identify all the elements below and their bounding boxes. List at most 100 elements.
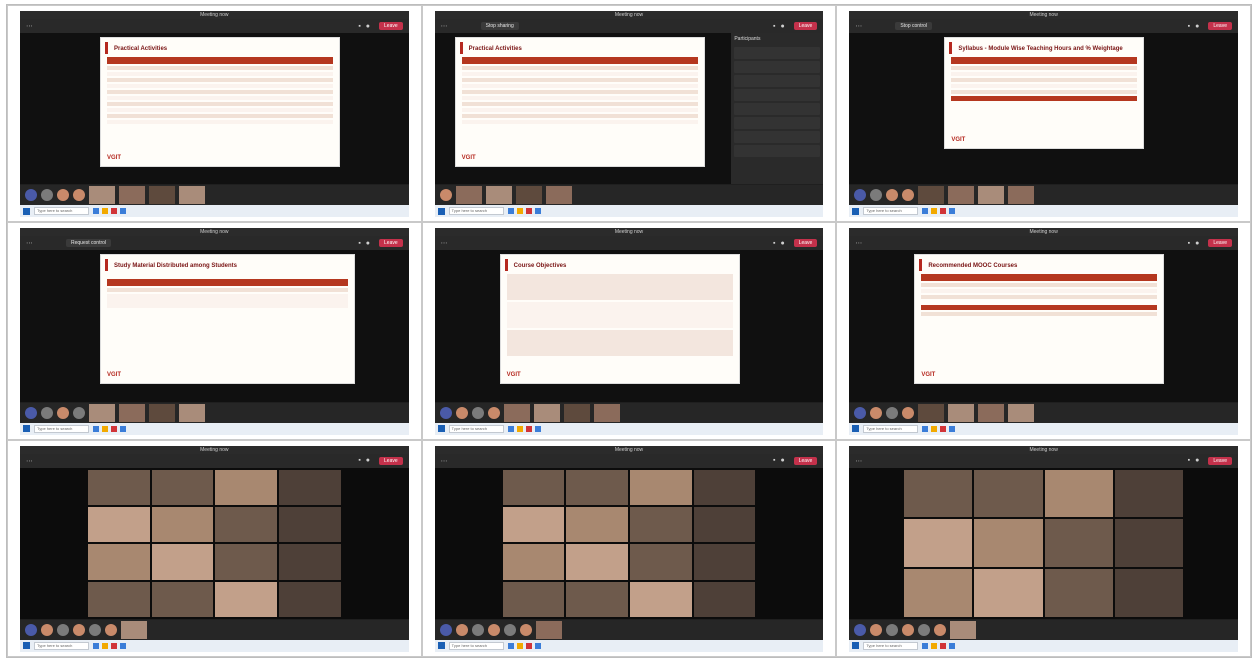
leave-button[interactable]: Leave xyxy=(379,239,403,248)
taskbar-search-input[interactable]: Type here to search xyxy=(863,641,919,650)
camera-icon[interactable]: ▪ xyxy=(773,23,775,30)
stop-control-button[interactable]: Stop control xyxy=(895,22,933,30)
taskbar-search-input[interactable]: Type here to search xyxy=(34,207,89,216)
app-icon[interactable] xyxy=(516,425,523,432)
leave-button[interactable]: Leave xyxy=(379,22,403,30)
taskbar-search-input[interactable]: Type here to search xyxy=(448,207,504,216)
list-item[interactable] xyxy=(734,145,821,157)
list-item[interactable] xyxy=(734,103,821,115)
leave-button[interactable]: Leave xyxy=(1208,22,1232,30)
windows-start-icon[interactable] xyxy=(23,425,30,433)
camera-icon[interactable]: ▪ xyxy=(1188,457,1190,464)
windows-start-icon[interactable] xyxy=(437,207,445,215)
app-icon[interactable] xyxy=(525,208,532,215)
mic-icon[interactable]: ● xyxy=(780,457,784,464)
app-icon[interactable] xyxy=(111,642,117,649)
taskbar-search-input[interactable]: Type here to search xyxy=(34,424,89,433)
teams-icon[interactable] xyxy=(120,208,126,215)
leave-button[interactable]: Leave xyxy=(793,456,818,465)
teams-icon[interactable] xyxy=(120,642,126,649)
mic-icon[interactable]: ● xyxy=(1195,23,1199,30)
windows-start-icon[interactable] xyxy=(437,425,445,433)
leave-button[interactable]: Leave xyxy=(1208,239,1232,248)
app-icon[interactable] xyxy=(507,208,514,215)
windows-start-icon[interactable] xyxy=(852,425,860,433)
more-icon[interactable]: ⋯ xyxy=(855,457,895,465)
app-icon[interactable] xyxy=(93,642,99,649)
request-control-button[interactable]: Request control xyxy=(66,239,112,248)
app-icon[interactable] xyxy=(111,425,117,432)
list-item[interactable] xyxy=(734,75,821,87)
windows-start-icon[interactable] xyxy=(852,207,860,215)
app-icon[interactable] xyxy=(525,425,532,432)
teams-icon[interactable] xyxy=(949,425,956,432)
taskbar-search-input[interactable]: Type here to search xyxy=(863,424,919,433)
mic-icon[interactable]: ● xyxy=(1195,240,1199,247)
more-icon[interactable]: ⋯ xyxy=(855,239,895,247)
teams-icon[interactable] xyxy=(120,425,126,432)
list-item[interactable] xyxy=(734,117,821,129)
taskbar-search-input[interactable]: Type here to search xyxy=(448,424,504,433)
app-icon[interactable] xyxy=(93,425,99,432)
app-icon[interactable] xyxy=(940,208,947,215)
leave-button[interactable]: Leave xyxy=(793,239,818,248)
teams-icon[interactable] xyxy=(949,642,956,649)
mic-icon[interactable]: ● xyxy=(366,457,370,464)
camera-icon[interactable]: ▪ xyxy=(358,457,360,464)
more-icon[interactable]: ⋯ xyxy=(26,457,66,465)
list-item[interactable] xyxy=(734,61,821,73)
app-icon[interactable] xyxy=(922,425,929,432)
app-icon[interactable] xyxy=(525,642,532,649)
more-icon[interactable]: ⋯ xyxy=(441,457,481,465)
more-icon[interactable]: ⋯ xyxy=(441,22,481,30)
more-icon[interactable]: ⋯ xyxy=(855,22,895,30)
mic-icon[interactable]: ● xyxy=(366,240,370,247)
app-icon[interactable] xyxy=(516,208,523,215)
more-icon[interactable]: ⋯ xyxy=(441,239,481,247)
app-icon[interactable] xyxy=(922,208,929,215)
teams-icon[interactable] xyxy=(534,208,541,215)
leave-button[interactable]: Leave xyxy=(793,22,818,30)
mic-icon[interactable]: ● xyxy=(366,23,370,30)
windows-start-icon[interactable] xyxy=(23,207,30,215)
app-icon[interactable] xyxy=(931,425,938,432)
app-icon[interactable] xyxy=(940,642,947,649)
teams-icon[interactable] xyxy=(949,208,956,215)
windows-start-icon[interactable] xyxy=(852,642,860,650)
taskbar-search-input[interactable]: Type here to search xyxy=(863,207,919,216)
app-icon[interactable] xyxy=(922,642,929,649)
app-icon[interactable] xyxy=(931,208,938,215)
app-icon[interactable] xyxy=(111,208,117,215)
app-icon[interactable] xyxy=(516,642,523,649)
app-icon[interactable] xyxy=(93,208,99,215)
list-item[interactable] xyxy=(734,47,821,59)
more-icon[interactable]: ⋯ xyxy=(26,22,66,30)
camera-icon[interactable]: ▪ xyxy=(1188,23,1190,30)
taskbar-search-input[interactable]: Type here to search xyxy=(34,641,89,650)
more-icon[interactable]: ⋯ xyxy=(26,239,66,247)
app-icon[interactable] xyxy=(102,208,108,215)
teams-icon[interactable] xyxy=(534,642,541,649)
teams-icon[interactable] xyxy=(534,425,541,432)
app-icon[interactable] xyxy=(507,642,514,649)
camera-icon[interactable]: ▪ xyxy=(773,457,775,464)
leave-button[interactable]: Leave xyxy=(379,456,403,465)
mic-icon[interactable]: ● xyxy=(780,240,784,247)
app-icon[interactable] xyxy=(931,642,938,649)
camera-icon[interactable]: ▪ xyxy=(1188,240,1190,247)
leave-button[interactable]: Leave xyxy=(1208,456,1232,465)
taskbar-search-input[interactable]: Type here to search xyxy=(448,641,504,650)
mic-icon[interactable]: ● xyxy=(780,23,784,30)
app-icon[interactable] xyxy=(940,425,947,432)
windows-start-icon[interactable] xyxy=(437,642,445,650)
app-icon[interactable] xyxy=(102,425,108,432)
camera-icon[interactable]: ▪ xyxy=(358,240,360,247)
stop-sharing-button[interactable]: Stop sharing xyxy=(480,22,519,30)
camera-icon[interactable]: ▪ xyxy=(358,23,360,30)
app-icon[interactable] xyxy=(102,642,108,649)
camera-icon[interactable]: ▪ xyxy=(773,240,775,247)
list-item[interactable] xyxy=(734,131,821,143)
mic-icon[interactable]: ● xyxy=(1195,457,1199,464)
list-item[interactable] xyxy=(734,89,821,101)
windows-start-icon[interactable] xyxy=(23,642,30,650)
